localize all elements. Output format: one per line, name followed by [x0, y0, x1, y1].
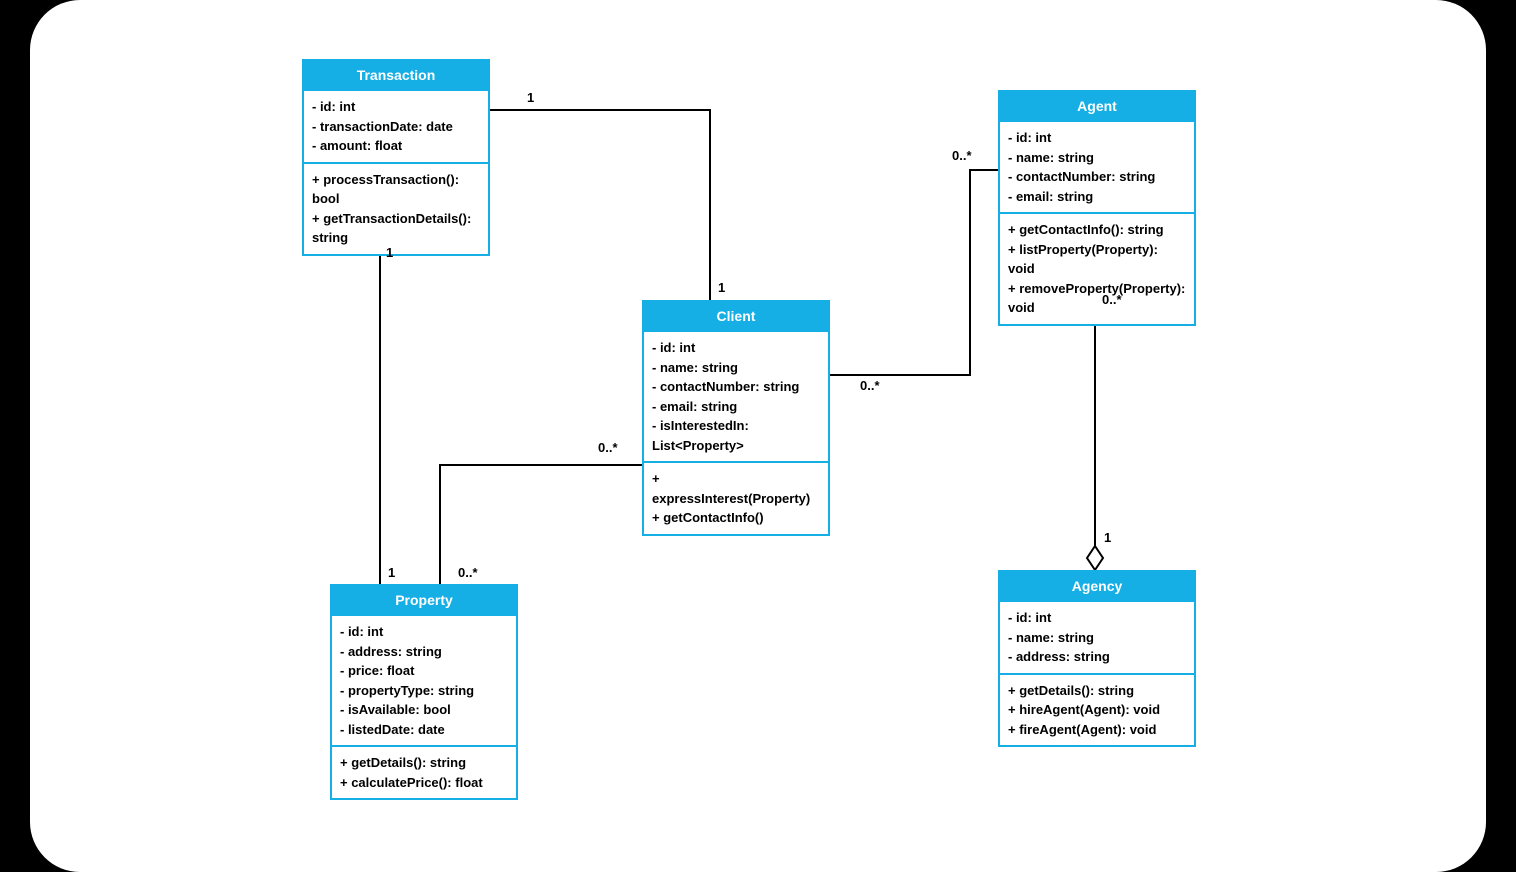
method: + getContactInfo() [652, 508, 820, 528]
class-attributes: - id: int - name: string - contactNumber… [1000, 120, 1194, 212]
class-attributes: - id: int - name: string - address: stri… [1000, 600, 1194, 673]
class-title: Transaction [304, 61, 488, 89]
mult-label: 0..* [860, 378, 880, 393]
attr: - email: string [1008, 187, 1186, 207]
attr: - address: string [1008, 647, 1186, 667]
mult-label: 1 [718, 280, 725, 295]
method: + expressInterest(Property) [652, 469, 820, 508]
class-title: Property [332, 586, 516, 614]
class-methods: + getContactInfo(): string + listPropert… [1000, 212, 1194, 324]
attr: - email: string [652, 397, 820, 417]
attr: - id: int [652, 338, 820, 358]
class-methods: + getDetails(): string + hireAgent(Agent… [1000, 673, 1194, 746]
attr: - price: float [340, 661, 508, 681]
attr: - propertyType: string [340, 681, 508, 701]
attr: - id: int [1008, 608, 1186, 628]
method: + getTransactionDetails(): string [312, 209, 480, 248]
method: + processTransaction(): bool [312, 170, 480, 209]
attr: - id: int [1008, 128, 1186, 148]
class-agency[interactable]: Agency - id: int - name: string - addres… [998, 570, 1196, 747]
method: + hireAgent(Agent): void [1008, 700, 1186, 720]
method: + getDetails(): string [1008, 681, 1186, 701]
class-attributes: - id: int - transactionDate: date - amou… [304, 89, 488, 162]
mult-label: 1 [386, 245, 393, 260]
class-client[interactable]: Client - id: int - name: string - contac… [642, 300, 830, 536]
mult-label: 0..* [1102, 292, 1122, 307]
class-transaction[interactable]: Transaction - id: int - transactionDate:… [302, 59, 490, 256]
method: + fireAgent(Agent): void [1008, 720, 1186, 740]
mult-label: 1 [1104, 530, 1111, 545]
class-agent[interactable]: Agent - id: int - name: string - contact… [998, 90, 1196, 326]
method: + removeProperty(Property): void [1008, 279, 1186, 318]
method: + getDetails(): string [340, 753, 508, 773]
attr: - isAvailable: bool [340, 700, 508, 720]
attr: - transactionDate: date [312, 117, 480, 137]
method: + getContactInfo(): string [1008, 220, 1186, 240]
class-attributes: - id: int - address: string - price: flo… [332, 614, 516, 745]
diagram-canvas: Transaction - id: int - transactionDate:… [30, 0, 1486, 872]
attr: - name: string [652, 358, 820, 378]
mult-label: 0..* [952, 148, 972, 163]
attr: - amount: float [312, 136, 480, 156]
attr: - contactNumber: string [1008, 167, 1186, 187]
class-methods: + processTransaction(): bool + getTransa… [304, 162, 488, 254]
class-methods: + expressInterest(Property) + getContact… [644, 461, 828, 534]
mult-label: 1 [388, 565, 395, 580]
method: + listProperty(Property): void [1008, 240, 1186, 279]
attr: - isInterestedIn: List<Property> [652, 416, 820, 455]
method: + calculatePrice(): float [340, 773, 508, 793]
class-methods: + getDetails(): string + calculatePrice(… [332, 745, 516, 798]
attr: - contactNumber: string [652, 377, 820, 397]
attr: - listedDate: date [340, 720, 508, 740]
attr: - id: int [340, 622, 508, 642]
class-attributes: - id: int - name: string - contactNumber… [644, 330, 828, 461]
attr: - address: string [340, 642, 508, 662]
attr: - name: string [1008, 628, 1186, 648]
attr: - name: string [1008, 148, 1186, 168]
mult-label: 0..* [598, 440, 618, 455]
class-property[interactable]: Property - id: int - address: string - p… [330, 584, 518, 800]
class-title: Agency [1000, 572, 1194, 600]
attr: - id: int [312, 97, 480, 117]
class-title: Agent [1000, 92, 1194, 120]
class-title: Client [644, 302, 828, 330]
mult-label: 0..* [458, 565, 478, 580]
mult-label: 1 [527, 90, 534, 105]
